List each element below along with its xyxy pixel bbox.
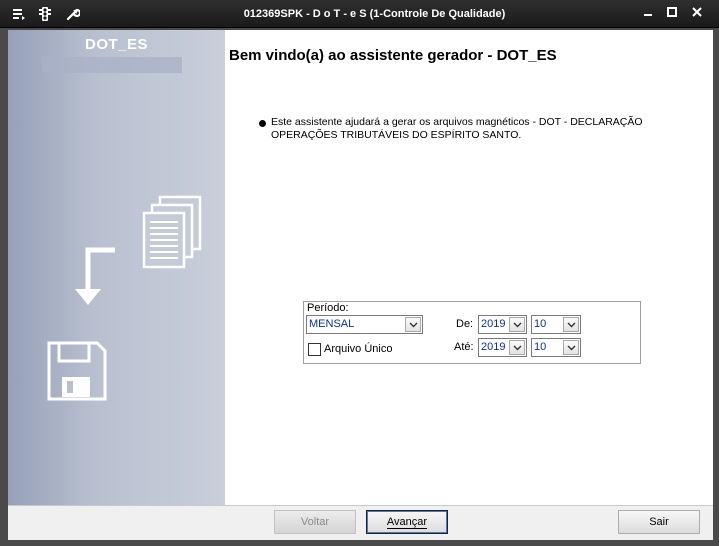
period-group: Período: MENSAL Arquivo Único De: 2019 1… bbox=[303, 301, 641, 364]
back-button[interactable]: Voltar bbox=[274, 510, 356, 534]
period-type-select[interactable]: MENSAL bbox=[306, 315, 423, 334]
intro-text: Este assistente ajudará a gerar os arqui… bbox=[271, 116, 643, 141]
sidebar-panel: DOT_ES bbox=[8, 30, 225, 505]
exit-button[interactable]: Sair bbox=[618, 510, 700, 534]
single-file-checkbox[interactable] bbox=[308, 343, 321, 356]
from-year-select[interactable]: 2019 bbox=[478, 315, 527, 334]
chevron-down-icon[interactable] bbox=[563, 340, 579, 355]
app-window: 012369SPK - D o T - e S (1-Controle De Q… bbox=[0, 0, 719, 546]
chevron-down-icon[interactable] bbox=[509, 317, 525, 332]
to-label: Até: bbox=[454, 341, 474, 353]
from-label: De: bbox=[456, 318, 474, 330]
chevron-down-icon[interactable] bbox=[563, 317, 579, 332]
next-button[interactable]: Avançar bbox=[366, 510, 448, 534]
to-month-select[interactable]: 10 bbox=[531, 338, 581, 357]
wizard-frame: DOT_ES Bem vindo(a) ao assistente gerado… bbox=[8, 30, 713, 540]
menu-list-icon[interactable] bbox=[12, 7, 28, 21]
minimize-button[interactable] bbox=[640, 6, 656, 20]
period-label: Período: bbox=[307, 302, 349, 314]
title-bar[interactable]: 012369SPK - D o T - e S (1-Controle De Q… bbox=[0, 0, 719, 28]
from-year-value: 2019 bbox=[481, 318, 506, 330]
traffic-light-icon[interactable] bbox=[38, 7, 54, 21]
single-file-label: Arquivo Único bbox=[324, 343, 393, 355]
chevron-down-icon[interactable] bbox=[405, 317, 421, 332]
next-button-label: Avançar bbox=[386, 516, 428, 529]
maximize-button[interactable] bbox=[664, 6, 680, 20]
documents-stack-icon bbox=[142, 195, 202, 269]
period-type-value: MENSAL bbox=[309, 318, 355, 330]
button-bar: Voltar Avançar Sair bbox=[8, 505, 713, 540]
from-month-select[interactable]: 10 bbox=[531, 315, 581, 334]
wrench-icon[interactable] bbox=[66, 7, 82, 21]
chevron-down-icon[interactable] bbox=[509, 340, 525, 355]
page-title: Bem vindo(a) ao assistente gerador - DOT… bbox=[229, 47, 557, 64]
from-month-value: 10 bbox=[534, 318, 547, 330]
brand-underline bbox=[42, 57, 182, 73]
floppy-disk-icon bbox=[47, 341, 107, 401]
down-arrow-icon bbox=[75, 247, 115, 305]
to-year-value: 2019 bbox=[481, 341, 506, 353]
bullet-icon bbox=[259, 120, 266, 127]
sidebar-brand: DOT_ES bbox=[84, 36, 148, 53]
to-month-value: 10 bbox=[534, 341, 547, 353]
close-button[interactable] bbox=[689, 6, 705, 20]
window-title: 012369SPK - D o T - e S (1-Controle De Q… bbox=[243, 8, 506, 20]
main-content: Bem vindo(a) ao assistente gerador - DOT… bbox=[225, 30, 713, 505]
to-year-select[interactable]: 2019 bbox=[478, 338, 527, 357]
